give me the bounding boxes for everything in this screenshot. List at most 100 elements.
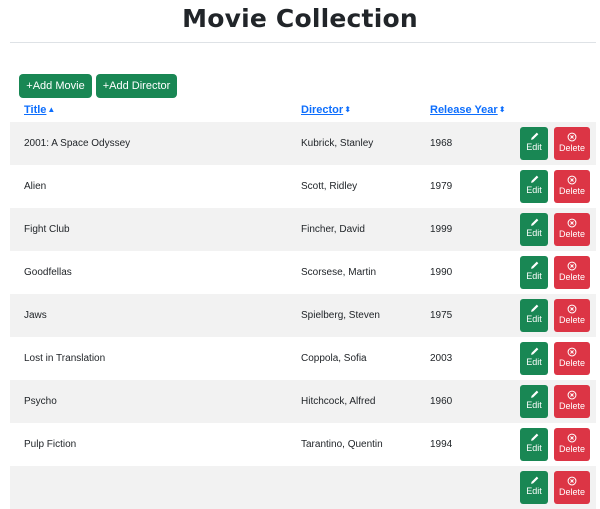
- delete-button-label: Delete: [558, 487, 585, 497]
- delete-button[interactable]: Delete: [554, 170, 590, 203]
- x-circle-icon: [554, 175, 590, 185]
- delete-button[interactable]: Delete: [554, 385, 590, 418]
- x-circle-icon: [554, 476, 590, 486]
- x-circle-icon: [554, 261, 590, 271]
- delete-button-label: Delete: [558, 315, 585, 325]
- edit-button[interactable]: Edit: [520, 428, 548, 461]
- edit-button[interactable]: Edit: [520, 342, 548, 375]
- add-director-button[interactable]: +Add Director: [96, 74, 177, 98]
- add-movie-button[interactable]: +Add Movie: [19, 74, 92, 98]
- x-circle-icon: [554, 304, 590, 314]
- movie-title-cell: Lost in Translation: [24, 353, 106, 364]
- x-circle-icon: [554, 390, 590, 400]
- column-header-director-label: Director: [301, 104, 344, 116]
- movie-title-cell: Pulp Fiction: [24, 439, 77, 450]
- delete-button[interactable]: Delete: [554, 127, 590, 160]
- column-header-release-year[interactable]: Release Year⬍: [430, 104, 505, 116]
- edit-button-label: Edit: [526, 314, 542, 324]
- pencil-icon: [520, 347, 548, 356]
- edit-button-label: Edit: [526, 486, 542, 496]
- movie-title-cell: Jaws: [24, 310, 47, 321]
- table-row: Pulp Fiction Tarantino, Quentin 1994 Edit De…: [10, 423, 596, 466]
- edit-button-label: Edit: [526, 357, 542, 367]
- director-cell: Coppola, Sofia: [301, 353, 367, 364]
- title-divider: [10, 42, 596, 43]
- page-title: Movie Collection: [182, 4, 418, 33]
- pencil-icon: [520, 261, 548, 270]
- delete-button-label: Delete: [558, 272, 585, 282]
- column-header-release-year-label: Release Year: [430, 104, 498, 116]
- x-circle-icon: [554, 218, 590, 228]
- release-year-cell: 1979: [430, 181, 453, 192]
- table-row: Jaws Spielberg, Steven 1975 Edit Delete: [10, 294, 596, 337]
- edit-button-label: Edit: [526, 142, 542, 152]
- delete-button-label: Delete: [558, 358, 585, 368]
- table-row: Edit Delete: [10, 466, 596, 509]
- pencil-icon: [520, 132, 548, 141]
- director-cell: Fincher, David: [301, 224, 365, 235]
- pencil-icon: [520, 390, 548, 399]
- edit-button[interactable]: Edit: [520, 385, 548, 418]
- edit-button[interactable]: Edit: [520, 299, 548, 332]
- delete-button-label: Delete: [558, 143, 585, 153]
- edit-button-label: Edit: [526, 185, 542, 195]
- delete-button[interactable]: Delete: [554, 471, 590, 504]
- movie-title-cell: Goodfellas: [24, 267, 72, 278]
- release-year-cell: 1990: [430, 267, 453, 278]
- pencil-icon: [520, 304, 548, 313]
- pencil-icon: [520, 433, 548, 442]
- release-year-cell: 1994: [430, 439, 453, 450]
- director-cell: Hitchcock, Alfred: [301, 396, 376, 407]
- movie-title-cell: Alien: [24, 181, 47, 192]
- caret-up-icon: ▲: [47, 105, 56, 114]
- edit-button[interactable]: Edit: [520, 170, 548, 203]
- table-row: Alien Scott, Ridley 1979 Edit Delete: [10, 165, 596, 208]
- sort-arrows-icon: ⬍: [344, 105, 351, 114]
- pencil-icon: [520, 476, 548, 485]
- delete-button[interactable]: Delete: [554, 256, 590, 289]
- table-row: Fight Club Fincher, David 1999 Edit Delete: [10, 208, 596, 251]
- x-circle-icon: [554, 433, 590, 443]
- release-year-cell: 1968: [430, 138, 453, 149]
- pencil-icon: [520, 218, 548, 227]
- delete-button[interactable]: Delete: [554, 342, 590, 375]
- edit-button[interactable]: Edit: [520, 127, 548, 160]
- release-year-cell: 1975: [430, 310, 453, 321]
- column-header-title-label: Title: [24, 104, 47, 116]
- edit-button-label: Edit: [526, 443, 542, 453]
- column-header-director[interactable]: Director⬍: [301, 104, 351, 116]
- director-cell: Scott, Ridley: [301, 181, 358, 192]
- table-row: 2001: A Space Odyssey Kubrick, Stanley 196…: [10, 122, 596, 165]
- delete-button-label: Delete: [558, 401, 585, 411]
- director-cell: Tarantino, Quentin: [301, 439, 383, 450]
- edit-button[interactable]: Edit: [520, 213, 548, 246]
- delete-button[interactable]: Delete: [554, 428, 590, 461]
- release-year-cell: 2003: [430, 353, 453, 364]
- delete-button-label: Delete: [558, 229, 585, 239]
- x-circle-icon: [554, 132, 590, 142]
- director-cell: Spielberg, Steven: [301, 310, 380, 321]
- edit-button-label: Edit: [526, 400, 542, 410]
- table-row: Psycho Hitchcock, Alfred 1960 Edit Delete: [10, 380, 596, 423]
- release-year-cell: 1999: [430, 224, 453, 235]
- movie-table-body: 2001: A Space Odyssey Kubrick, Stanley 196…: [10, 122, 596, 509]
- movie-title-cell: 2001: A Space Odyssey: [24, 138, 131, 149]
- delete-button-label: Delete: [558, 186, 585, 196]
- x-circle-icon: [554, 347, 590, 357]
- release-year-cell: 1960: [430, 396, 453, 407]
- delete-button[interactable]: Delete: [554, 213, 590, 246]
- director-cell: Scorsese, Martin: [301, 267, 377, 278]
- edit-button-label: Edit: [526, 271, 542, 281]
- edit-button[interactable]: Edit: [520, 471, 548, 504]
- movie-title-cell: Fight Club: [24, 224, 70, 235]
- table-row: Goodfellas Scorsese, Martin 1990 Edit Delete: [10, 251, 596, 294]
- delete-button[interactable]: Delete: [554, 299, 590, 332]
- director-cell: Kubrick, Stanley: [301, 138, 374, 149]
- table-row: Lost in Translation Coppola, Sofia 2003 Edi…: [10, 337, 596, 380]
- delete-button-label: Delete: [558, 444, 585, 454]
- edit-button[interactable]: Edit: [520, 256, 548, 289]
- edit-button-label: Edit: [526, 228, 542, 238]
- movie-title-cell: Psycho: [24, 396, 57, 407]
- column-header-title[interactable]: Title▲: [24, 104, 55, 116]
- pencil-icon: [520, 175, 548, 184]
